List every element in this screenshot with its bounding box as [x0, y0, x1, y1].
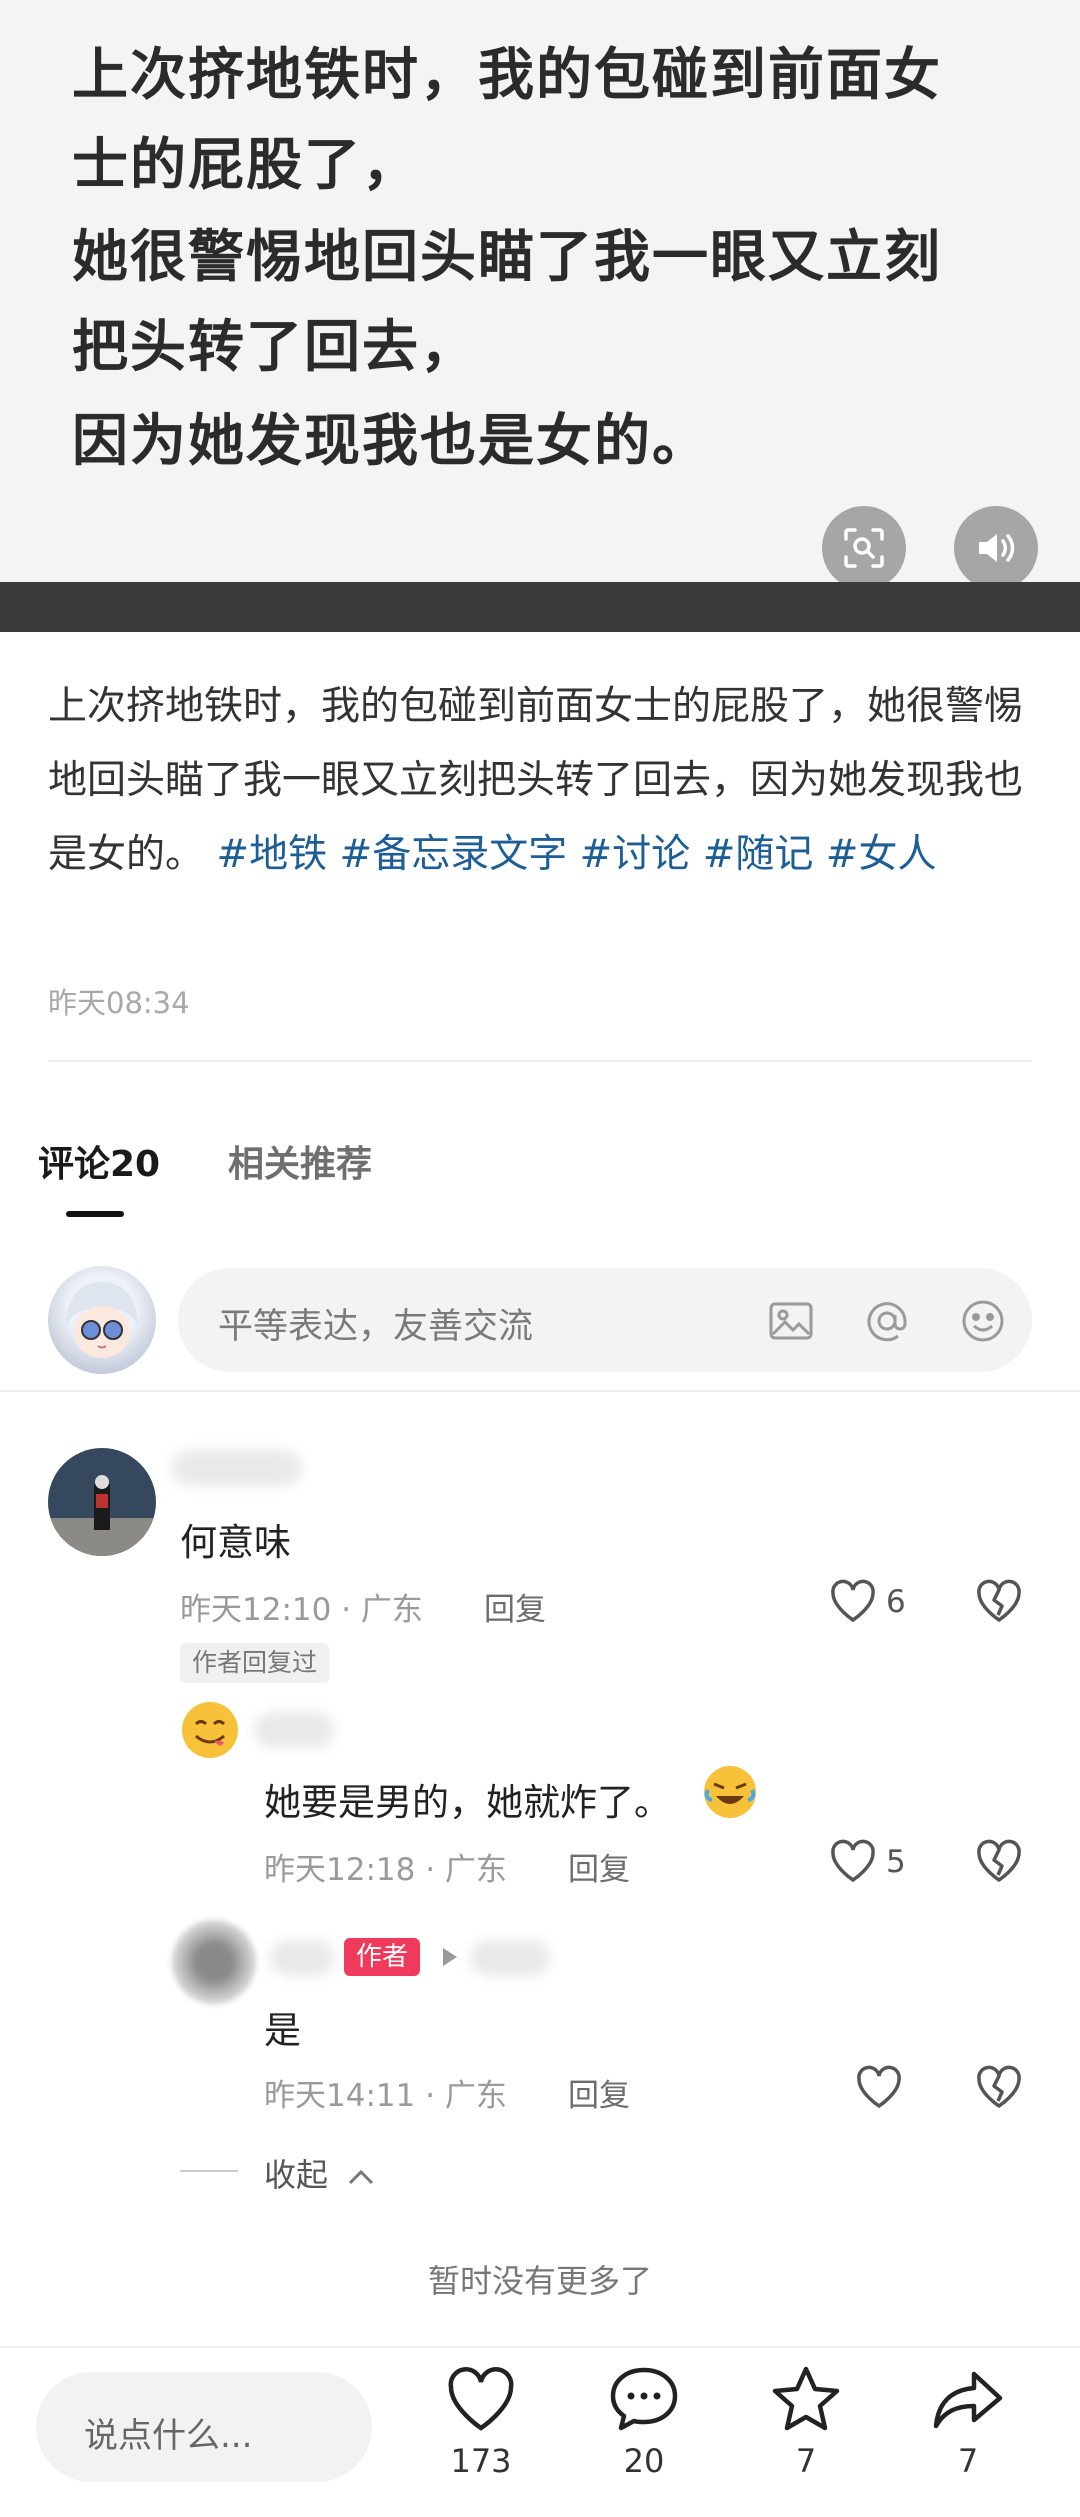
no-more-text: 暂时没有更多了 — [427, 2262, 652, 2300]
heart-icon[interactable] — [826, 1835, 880, 1889]
reply-button[interactable]: 回复 — [484, 1584, 546, 1629]
dislike-icon[interactable] — [972, 1835, 1026, 1889]
like-heart-icon[interactable] — [443, 2362, 519, 2438]
bottom-input-placeholder: 说点什么... — [84, 2416, 253, 2456]
share-count: 7 — [957, 2442, 979, 2480]
image-text-line: 把头转了回去， — [72, 315, 478, 380]
comment-username[interactable] — [172, 1450, 302, 1486]
dislike-icon[interactable] — [972, 1575, 1026, 1629]
dislike-icon[interactable] — [972, 2061, 1026, 2115]
reply-arrow-icon — [443, 1948, 457, 1966]
tab-comments[interactable]: 评论20 — [38, 1135, 160, 1187]
comment-text: 是 — [264, 2009, 301, 2052]
speaker-icon — [979, 534, 1015, 562]
divider — [0, 1390, 1080, 1392]
image-icon[interactable] — [766, 1296, 816, 1346]
like-count: 5 — [886, 1844, 906, 1880]
chevron-up-icon — [349, 2169, 374, 2185]
mention-icon[interactable] — [862, 1296, 912, 1346]
hashtag-link[interactable]: #女人 — [826, 832, 937, 877]
author-badge: 作者 — [344, 1938, 421, 1976]
audio-button[interactable] — [954, 506, 1038, 590]
star-icon[interactable] — [768, 2362, 844, 2438]
collapse-replies-button[interactable]: 收起 — [264, 2150, 376, 2196]
like-count-total: 173 — [450, 2442, 512, 2480]
author-avatar[interactable] — [172, 1920, 256, 2004]
image-bottom-band — [0, 582, 1080, 632]
comment-meta: 昨天14:11 · 广东 — [264, 2078, 507, 2114]
collapse-divider — [180, 2170, 238, 2172]
divider — [48, 1060, 1032, 1062]
heart-icon[interactable] — [826, 1575, 880, 1629]
tab-related[interactable]: 相关推荐 — [228, 1135, 372, 1187]
image-text-line: 因为她发现我也是女的。 — [72, 409, 710, 474]
laughing-emoji-icon — [704, 1766, 756, 1818]
hashtag-link[interactable]: #随记 — [703, 832, 814, 877]
image-text-line: 她很警惕地回头瞄了我一眼又立刻 — [72, 225, 942, 290]
my-avatar — [48, 1266, 156, 1374]
comment-text: 她要是男的，她就炸了。 — [264, 1781, 671, 1824]
image-text-line: 士的屁股了， — [72, 133, 420, 198]
like-count: 6 — [886, 1584, 906, 1620]
hashtag-link[interactable]: #备忘录文字 — [340, 832, 568, 877]
comment-text: 何意味 — [180, 1521, 291, 1564]
comment-bubble-icon[interactable] — [606, 2362, 682, 2438]
share-icon[interactable] — [930, 2362, 1006, 2438]
heart-icon[interactable] — [852, 2061, 906, 2115]
hashtag-link[interactable]: #讨论 — [580, 832, 691, 877]
comment-avatar[interactable] — [48, 1448, 156, 1556]
author-username[interactable] — [270, 1940, 334, 1976]
comment-username[interactable] — [254, 1712, 334, 1748]
hashtag-link[interactable]: #地铁 — [216, 832, 327, 877]
scan-search-icon — [844, 528, 884, 568]
commenter-avatar-emoji[interactable] — [180, 1700, 240, 1760]
author-replied-badge: 作者回复过 — [180, 1643, 330, 1683]
comment-input-placeholder: 平等表达，友善交流 — [218, 1307, 534, 1347]
post-body: 上次挤地铁时，我的包碰到前面女士的屁股了，她很警惕地回头瞄了我一眼又立刻把头转了… — [48, 670, 1038, 892]
post-timestamp: 昨天08:34 — [48, 986, 190, 1020]
replied-username[interactable] — [470, 1940, 550, 1976]
emoji-icon[interactable] — [958, 1296, 1008, 1346]
image-text-line: 上次挤地铁时，我的包碰到前面女 — [72, 43, 942, 108]
collapse-label: 收起 — [264, 2156, 329, 2194]
post-image[interactable]: 上次挤地铁时，我的包碰到前面女 士的屁股了， 她很警惕地回头瞄了我一眼又立刻 把… — [0, 0, 1080, 590]
active-tab-indicator — [66, 1211, 124, 1217]
favorite-count: 7 — [795, 2442, 817, 2480]
comment-meta: 昨天12:10 · 广东 — [180, 1592, 423, 1628]
comment-count-total: 20 — [623, 2442, 665, 2480]
comment-meta: 昨天12:18 · 广东 — [264, 1852, 507, 1888]
image-search-button[interactable] — [822, 506, 906, 590]
reply-button[interactable]: 回复 — [568, 1844, 630, 1889]
reply-button[interactable]: 回复 — [568, 2070, 630, 2115]
